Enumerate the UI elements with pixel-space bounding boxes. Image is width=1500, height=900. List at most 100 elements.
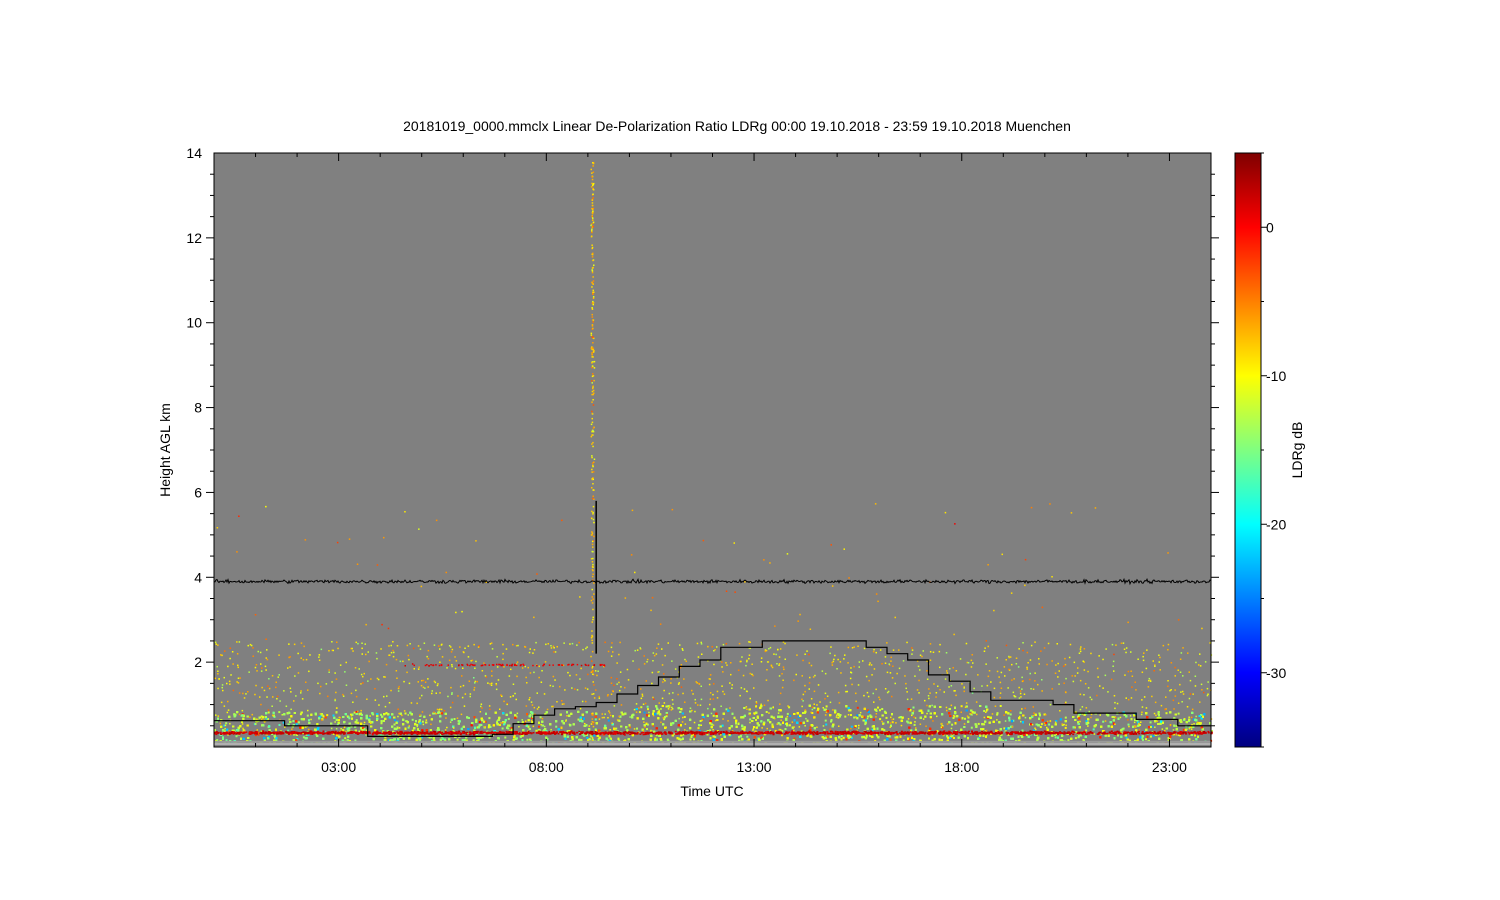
plot-background	[214, 153, 1211, 747]
ldr-data-point	[850, 725, 853, 728]
ldr-data-point	[1040, 723, 1043, 726]
ldr-data-point	[646, 705, 649, 708]
ldr-data-point	[889, 738, 892, 741]
ldr-data-point	[235, 735, 238, 738]
ldr-data-point	[781, 734, 783, 737]
ldr-data-point	[824, 719, 827, 722]
ldr-data-point	[501, 727, 504, 730]
ldr-data-point	[788, 724, 791, 727]
ldr-data-point	[683, 716, 686, 718]
ldr-data-point	[914, 728, 917, 731]
ldr-data-point	[842, 736, 845, 739]
ldr-data-point	[840, 735, 843, 738]
ldr-data-point	[535, 729, 538, 732]
ldr-data-point	[825, 705, 828, 708]
ldr-data-point	[765, 711, 768, 713]
ldr-data-point	[1182, 728, 1185, 731]
ldr-data-point	[983, 710, 986, 712]
ldr-data-point	[885, 716, 888, 719]
ldr-data-point	[306, 714, 309, 717]
ldr-data-point	[697, 727, 700, 730]
ldr-data-point	[1048, 723, 1051, 726]
ldr-data-point	[355, 719, 358, 722]
ldr-data-point	[964, 717, 966, 720]
ldr-data-point	[1074, 737, 1077, 740]
ldr-data-point	[344, 737, 347, 740]
ldr-data-point	[607, 719, 610, 722]
ldr-data-point	[913, 723, 916, 726]
ldr-data-point	[1003, 727, 1006, 730]
ldr-data-point	[977, 722, 980, 725]
ldr-data-point	[538, 725, 540, 728]
ldr-data-point	[891, 721, 894, 724]
ldr-data-point	[504, 736, 507, 739]
ldr-data-point	[288, 718, 291, 721]
ldr-data-point	[353, 711, 356, 714]
ldr-data-point	[689, 738, 692, 741]
ldr-data-point	[1151, 725, 1154, 728]
ldr-data-point	[326, 714, 329, 717]
ldr-data-point	[813, 707, 816, 709]
ldr-data-point	[594, 718, 597, 721]
ldr-data-point	[517, 721, 520, 724]
ldr-data-point	[1125, 736, 1128, 739]
ldr-data-point	[555, 725, 558, 728]
ldr-data-point	[478, 721, 481, 723]
ldr-data-point	[999, 705, 1002, 707]
ldr-data-point	[786, 712, 789, 715]
ldr-data-point	[883, 729, 886, 732]
ldr-data-point	[1149, 721, 1152, 724]
ldr-data-point	[881, 708, 884, 710]
ldr-heatmap-chart: 20181019_0000.mmclx Linear De-Polarizati…	[157, 118, 1305, 799]
ldr-data-point	[507, 717, 510, 720]
ldr-data-point	[407, 726, 410, 729]
ldr-data-point	[856, 706, 859, 709]
ldr-data-point	[863, 716, 866, 719]
ldr-data-point	[267, 711, 270, 714]
ldr-data-point	[1092, 728, 1095, 731]
ldr-data-point	[951, 723, 954, 726]
ldr-data-point	[411, 718, 414, 721]
chart-title: 20181019_0000.mmclx Linear De-Polarizati…	[403, 118, 1071, 134]
ldr-data-point	[394, 719, 396, 722]
ldr-data-point	[380, 713, 382, 716]
ldr-data-point	[1150, 735, 1152, 738]
ldr-data-point	[510, 727, 513, 730]
ldr-data-point	[539, 716, 542, 719]
ldr-data-point	[1177, 712, 1180, 715]
ldr-data-point	[640, 706, 643, 709]
ldr-data-point	[825, 723, 828, 726]
ldr-data-point	[721, 724, 724, 727]
ldr-data-point	[970, 726, 973, 729]
ldr-data-point	[638, 711, 641, 714]
ldr-data-point	[1067, 739, 1070, 742]
ldr-data-point	[693, 738, 695, 741]
ldr-data-point	[879, 718, 882, 721]
ldr-data-point	[278, 711, 281, 714]
ldr-data-point	[1085, 729, 1088, 732]
ldr-data-point	[586, 736, 589, 739]
ldr-data-point	[844, 715, 847, 718]
ldr-data-point	[292, 720, 295, 723]
ldr-data-point	[526, 738, 529, 741]
ldr-data-point	[865, 734, 868, 737]
ldr-data-point	[877, 706, 879, 709]
ldr-data-point	[809, 726, 812, 729]
ldr-data-point	[302, 736, 305, 739]
ldr-data-point	[380, 722, 383, 725]
ldr-data-point	[1039, 726, 1042, 728]
ldr-data-point	[879, 709, 881, 712]
ldr-data-point	[823, 729, 826, 731]
ldr-data-point	[1054, 736, 1057, 739]
ldr-data-point	[746, 735, 749, 738]
ldr-data-point	[636, 727, 638, 730]
ldr-data-point	[241, 721, 243, 723]
ldr-data-point	[856, 714, 859, 717]
ldr-data-point	[771, 723, 774, 726]
ldr-data-point	[1127, 723, 1130, 726]
ldr-data-point	[456, 738, 459, 741]
ldr-data-point	[1064, 716, 1067, 719]
ldr-data-point	[488, 717, 491, 720]
ldr-data-point	[421, 720, 424, 723]
ldr-data-point	[960, 705, 963, 708]
